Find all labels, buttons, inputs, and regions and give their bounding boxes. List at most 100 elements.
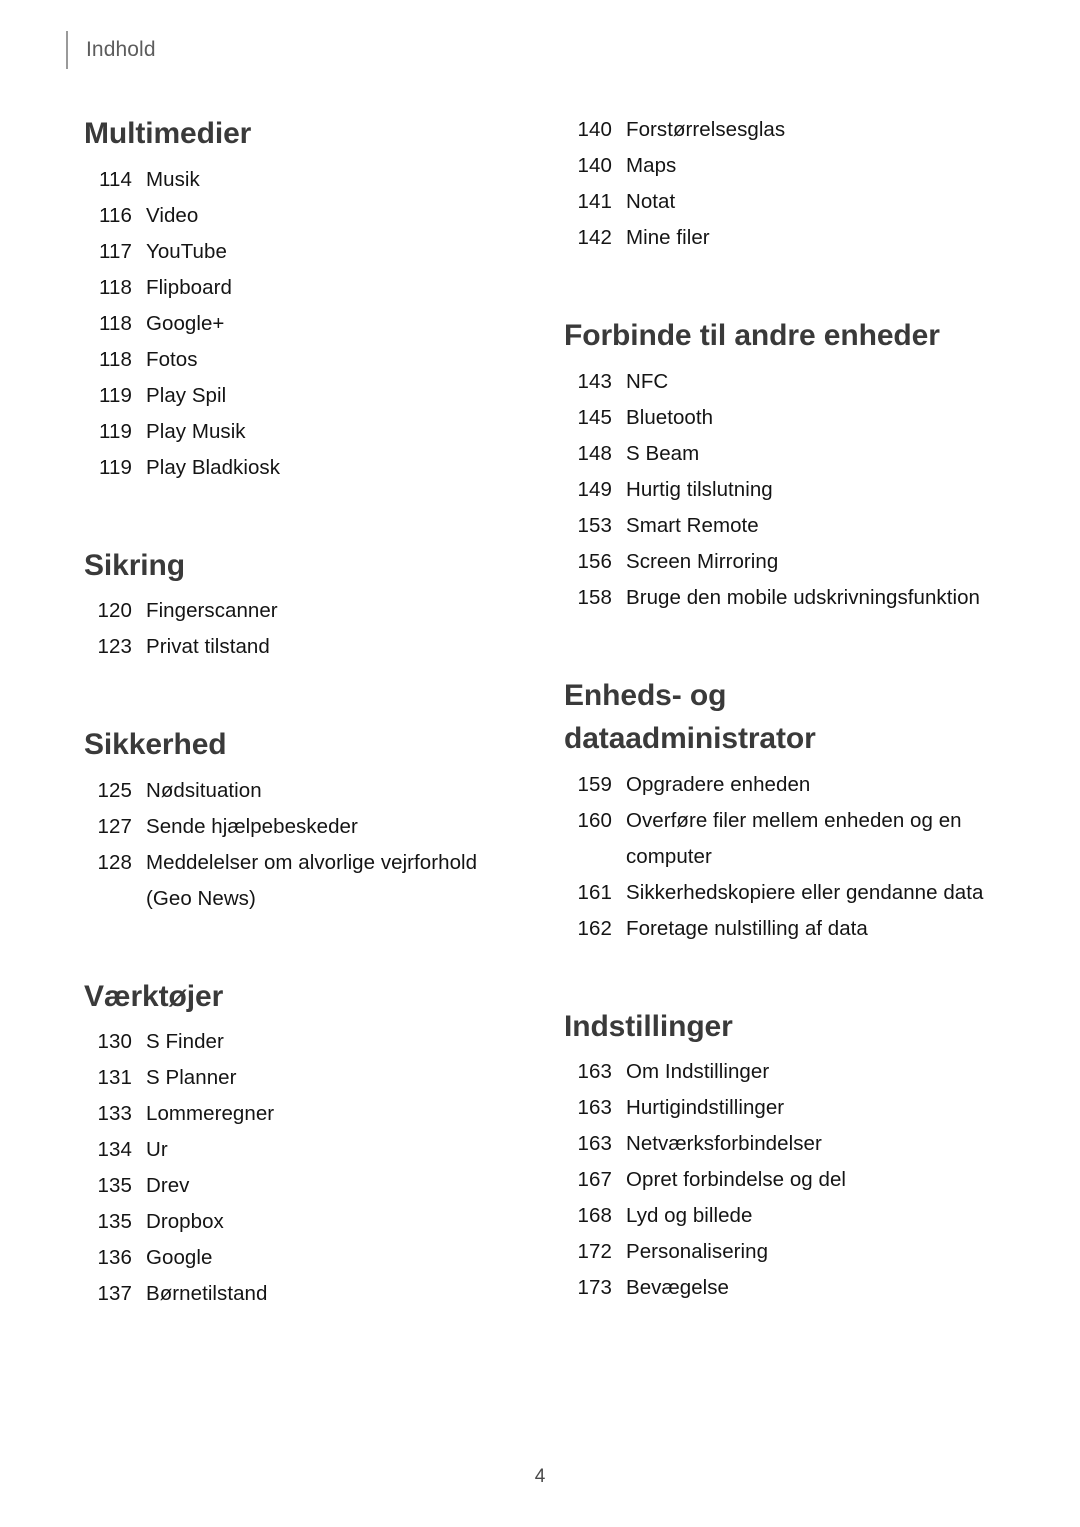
running-head-label: Indhold — [86, 38, 156, 61]
toc-entry[interactable]: 123 Privat tilstand — [84, 629, 524, 665]
toc-entry[interactable]: 131 S Planner — [84, 1060, 524, 1096]
toc-entry[interactable]: 116 Video — [84, 198, 524, 234]
toc-entry-page: 173 — [577, 1276, 612, 1299]
toc-entry[interactable]: 163 Netværksforbindelser — [564, 1126, 1024, 1162]
toc-entry-title: Google+ — [146, 311, 225, 335]
toc-entry-title: Flipboard — [146, 275, 232, 299]
toc-entry-title: Video — [146, 203, 199, 227]
toc-entry[interactable]: 163 Hurtigindstillinger — [564, 1090, 1024, 1126]
toc-section-vaerktojer: Værktøjer 130 S Finder 131 S Planner 133 Lomme… — [84, 975, 524, 1313]
toc-entry[interactable]: 118 Fotos — [84, 342, 524, 378]
toc-entry[interactable]: 133 Lommeregner — [84, 1096, 524, 1132]
toc-section-sikring: Sikring 120 Fingerscanner 123 Privat tilstan… — [84, 544, 524, 666]
section-heading: Forbinde til andre enheder — [564, 319, 940, 352]
toc-entry[interactable]: 135 Drev — [84, 1168, 524, 1204]
toc-entry[interactable]: 172 Personalisering — [564, 1234, 1024, 1270]
toc-entry[interactable]: 134 Ur — [84, 1132, 524, 1168]
section-heading: Indstillinger — [564, 1009, 733, 1043]
toc-entry-title: Nødsituation — [146, 778, 262, 802]
toc-entry[interactable]: 173 Bevægelse — [564, 1270, 1024, 1306]
toc-entry[interactable]: 128 Meddelelser om alvorlige vejrforhold(… — [84, 845, 524, 917]
toc-entry[interactable]: 159 Opgradere enheden — [564, 767, 1024, 803]
toc-entry-page: 163 — [577, 1096, 612, 1119]
toc-entry-title: Om Indstillinger — [626, 1060, 770, 1083]
toc-column-right: 140 Forstørrelsesglas 140 Maps 141 Notat 142 Mi… — [564, 112, 1024, 1306]
toc-entry-page: 160 — [577, 808, 612, 832]
toc-entry[interactable]: 136 Google — [84, 1240, 524, 1276]
toc-entry[interactable]: 119 Play Bladkiosk — [84, 450, 524, 486]
toc-entry-page: 159 — [577, 772, 612, 796]
toc-entry[interactable]: 162 Foretage nulstilling af data — [564, 911, 1024, 947]
toc-entry[interactable]: 145 Bluetooth — [564, 400, 1024, 436]
toc-entry[interactable]: 119 Play Musik — [84, 414, 524, 450]
toc-entry-title: Play Bladkiosk — [146, 455, 281, 479]
toc-entry[interactable]: 160 Overføre filer mellem enheden og en co… — [564, 803, 1024, 875]
toc-entry[interactable]: 148 S Beam — [564, 436, 1024, 472]
toc-entry-title: Netværksforbindelser — [626, 1132, 822, 1155]
toc-entry[interactable]: 118 Google+ — [84, 306, 524, 342]
toc-entry-page: 145 — [577, 405, 612, 429]
toc-entry[interactable]: 158 Bruge den mobile udskrivningsfunktion — [564, 580, 1024, 616]
section-heading: Sikkerhed — [84, 728, 227, 761]
toc-entry[interactable]: 140 Maps — [564, 148, 1024, 184]
toc-entry[interactable]: 141 Notat — [564, 184, 1024, 220]
toc-entry-page: 163 — [577, 1132, 612, 1155]
toc-entry[interactable]: 140 Forstørrelsesglas — [564, 112, 1024, 148]
toc-entry-title: Play Musik — [146, 419, 246, 443]
toc-entry-title: Sende hjælpebeskeder — [146, 814, 358, 838]
toc-entry-page: 133 — [97, 1102, 132, 1125]
toc-entry-page: 116 — [99, 203, 132, 227]
toc-entry-title: Play Spil — [146, 383, 227, 407]
toc-entry[interactable]: 130 S Finder — [84, 1024, 524, 1060]
toc-column-left: Multimedier 114 Musik 116 Video 117 YouTube 118… — [84, 112, 524, 1312]
toc-entry[interactable]: 127 Sende hjælpebeskeder — [84, 809, 524, 845]
toc-entry[interactable]: 117 YouTube — [84, 234, 524, 270]
toc-entry[interactable]: 167 Opret forbindelse og del — [564, 1162, 1024, 1198]
section-heading: Multimedier — [84, 117, 252, 150]
toc-entry-page: 135 — [97, 1210, 132, 1233]
toc-entry-title: Bluetooth — [626, 405, 714, 429]
toc-entry-page: 123 — [97, 635, 132, 658]
toc-entry-title: Forstørrelsesglas — [626, 118, 786, 141]
toc-entry-page: 120 — [97, 599, 132, 622]
toc-entry[interactable]: 120 Fingerscanner — [84, 593, 524, 629]
toc-entry-page: 125 — [97, 778, 132, 802]
toc-entry-title: Notat — [626, 190, 676, 213]
toc-entry-title: Meddelelser om alvorlige vejrforhold (Geo… — [146, 845, 477, 917]
toc-entry[interactable]: 153 Smart Remote — [564, 508, 1024, 544]
toc-entry[interactable]: 161 Sikkerhedskopiere eller gendanne data — [564, 875, 1024, 911]
toc-entry-title: S Planner — [146, 1066, 237, 1089]
toc-entry[interactable]: 156 Screen Mirroring — [564, 544, 1024, 580]
toc-entry-title: Fotos — [146, 347, 198, 371]
toc-entry-title-continuation: (Geo News) — [146, 886, 256, 910]
toc-entry[interactable]: 125 Nødsituation — [84, 773, 524, 809]
toc-entry[interactable]: 135 Dropbox — [84, 1204, 524, 1240]
toc-entry-title: Fingerscanner — [146, 599, 278, 622]
toc-entry-page: 153 — [577, 513, 612, 537]
toc-entry[interactable]: 119 Play Spil — [84, 378, 524, 414]
toc-entry-title: Opgradere enheden — [626, 772, 811, 796]
section-heading: Enheds- og dataadministrator — [564, 678, 816, 756]
section-heading: Værktøjer — [84, 979, 224, 1013]
toc-entry[interactable]: 143 NFC — [564, 364, 1024, 400]
toc-entry[interactable]: 168 Lyd og billede — [564, 1198, 1024, 1234]
toc-entry-title: S Beam — [626, 441, 700, 465]
toc-entry-title: Lyd og billede — [626, 1204, 753, 1227]
toc-section-untitled: 140 Forstørrelsesglas 140 Maps 141 Notat 142 Mi… — [564, 112, 1024, 256]
toc-entry-page: 117 — [99, 239, 132, 263]
toc-entry-page: 137 — [97, 1282, 132, 1305]
toc-entry-title: Dropbox — [146, 1210, 224, 1233]
toc-entry[interactable]: 118 Flipboard — [84, 270, 524, 306]
toc-entry[interactable]: 142 Mine filer — [564, 220, 1024, 256]
toc-entry-page: 161 — [577, 880, 612, 904]
toc-entry[interactable]: 163 Om Indstillinger — [564, 1054, 1024, 1090]
toc-entry-page: 149 — [577, 477, 612, 501]
toc-entry[interactable]: 137 Børnetilstand — [84, 1276, 524, 1312]
toc-entry-page: 134 — [97, 1138, 132, 1161]
toc-entry[interactable]: 114 Musik — [84, 162, 524, 198]
toc-entry[interactable]: 149 Hurtig tilslutning — [564, 472, 1024, 508]
toc-entry-page: 119 — [99, 383, 132, 407]
toc-entry-title: Maps — [626, 154, 677, 177]
